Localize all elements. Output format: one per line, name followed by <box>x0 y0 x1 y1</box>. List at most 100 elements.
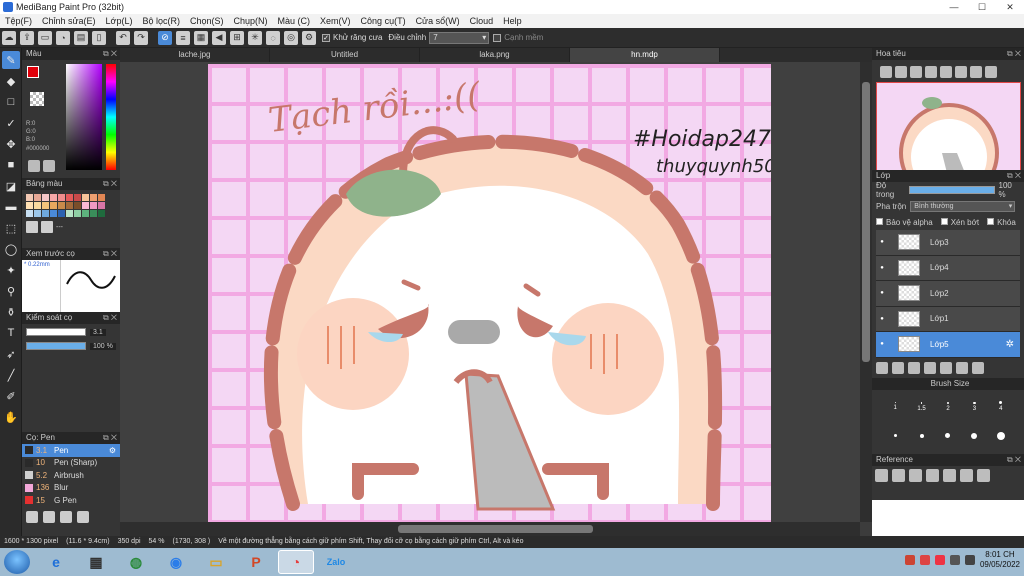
panel-buttons-icon[interactable]: ⧉ ✕ <box>103 178 117 190</box>
close-reference-icon[interactable] <box>909 468 922 482</box>
palette-swatch[interactable] <box>58 202 65 209</box>
menu-filter[interactable]: Bộ lọc(R) <box>137 16 185 26</box>
new-layer-icon[interactable] <box>876 361 888 374</box>
palette-swatch[interactable] <box>50 194 57 201</box>
adjust-select[interactable]: 7 <box>429 31 490 44</box>
drawing-canvas[interactable]: Tạch rồi...:(( #Hoidap247 thuyquynh50 <box>208 64 771 522</box>
pen-item[interactable]: 136 Blur <box>22 482 120 495</box>
save-icon[interactable]: ▤ <box>74 30 88 45</box>
foreground-color-swatch[interactable] <box>27 66 39 78</box>
lock-checkbox[interactable] <box>987 217 995 225</box>
radial-line-icon[interactable]: ✳ <box>248 30 262 45</box>
panel-buttons-icon[interactable]: ⧉ ✕ <box>1007 170 1021 182</box>
select-pen-tool-icon[interactable]: ⚲ <box>2 282 20 300</box>
maximize-button[interactable]: ☐ <box>968 0 996 14</box>
file-explorer-icon[interactable]: ▭ <box>198 550 234 574</box>
folder-icon[interactable] <box>940 361 952 374</box>
palette-swatch[interactable] <box>34 202 41 209</box>
tab-laka[interactable]: laka.png <box>420 48 570 62</box>
pen-item[interactable]: 5.2 Airbrush <box>22 469 120 482</box>
layer-visibility-icon[interactable]: ● <box>876 265 888 271</box>
select-tool-icon[interactable]: ⬚ <box>2 219 20 237</box>
palette-swatch[interactable] <box>34 210 41 217</box>
palette-swatch[interactable] <box>98 194 105 201</box>
pen-item[interactable]: 3.1 Pen ⚙ <box>22 444 120 457</box>
rotate-right-icon[interactable] <box>955 66 967 78</box>
brush-size-option[interactable] <box>961 422 987 452</box>
protect-alpha-checkbox[interactable] <box>876 217 883 225</box>
clock[interactable]: 8:01 CH 09/05/2022 <box>980 550 1020 570</box>
palette-swatch[interactable] <box>58 210 65 217</box>
pen-item[interactable]: 15 G Pen <box>22 494 120 507</box>
move-tool-icon[interactable]: ✥ <box>2 135 20 153</box>
chat-icon[interactable]: ◔ <box>56 30 70 45</box>
transparent-color-swatch[interactable] <box>30 92 44 106</box>
panel-buttons-icon[interactable]: ⧉ ✕ <box>103 432 117 444</box>
comment-icon[interactable]: ▭ <box>38 30 52 45</box>
palette-swatch[interactable] <box>66 194 73 201</box>
text-tool-icon[interactable]: T <box>2 324 20 342</box>
undo-icon[interactable]: ↶ <box>116 30 130 45</box>
reference-eyedropper-icon[interactable] <box>977 468 990 482</box>
parallel-snap-icon[interactable]: ≡ <box>176 30 190 45</box>
unikey-icon[interactable]: ▦ <box>78 550 114 574</box>
brush-size-option[interactable]: 1.5 <box>908 392 934 423</box>
brush-size-option[interactable]: 4 <box>988 392 1014 423</box>
palette-swatch[interactable] <box>98 210 105 217</box>
lasso-tool-icon[interactable]: ◯ <box>2 240 20 258</box>
rotate-left-icon[interactable] <box>940 66 952 78</box>
menu-file[interactable]: Tệp(F) <box>0 16 37 26</box>
pen-settings-icon[interactable]: ⚙ <box>109 446 116 455</box>
menu-layer[interactable]: Lớp(L) <box>101 16 138 26</box>
palette-swatch[interactable] <box>50 202 57 209</box>
zoom-actual-icon[interactable] <box>925 66 937 78</box>
menu-window[interactable]: Cửa sổ(W) <box>411 16 465 26</box>
layer-visibility-icon[interactable]: ● <box>876 316 888 322</box>
zoom-app-icon[interactable]: ◉ <box>158 550 194 574</box>
new-halftone-layer-icon[interactable] <box>892 361 904 374</box>
settings-snap-icon[interactable]: ⚙ <box>302 30 316 45</box>
brush-opacity-value[interactable]: 100 % <box>90 342 116 350</box>
reference-fit-icon[interactable] <box>943 468 956 482</box>
tab-hn[interactable]: hn.mdp <box>570 48 720 62</box>
brush-size-option[interactable]: 2 <box>935 392 961 423</box>
brush-size-option[interactable]: 1 <box>882 392 908 423</box>
layer-visibility-icon[interactable]: ● <box>876 239 888 245</box>
palette-swatch[interactable] <box>66 210 73 217</box>
panel-buttons-icon[interactable]: ⧉ ✕ <box>103 312 117 324</box>
curve-snap-icon[interactable]: ◌ <box>266 30 280 45</box>
palette-swatch[interactable] <box>82 202 89 209</box>
zoom-in-icon[interactable] <box>880 66 892 78</box>
grid-snap-icon[interactable]: ▦ <box>194 30 208 45</box>
delete-palette-icon[interactable] <box>41 221 53 233</box>
layer-settings-icon[interactable]: ✲ <box>1006 339 1014 350</box>
brush-menu-icon[interactable] <box>60 510 72 523</box>
brush-size-option[interactable]: 3 <box>961 392 987 423</box>
layer-item[interactable]: ● Lớp3 <box>876 230 1020 256</box>
palette-swatch[interactable] <box>26 194 33 201</box>
reset-rotate-icon[interactable] <box>970 66 982 78</box>
panel-buttons-icon[interactable]: ⧉ ✕ <box>103 48 117 60</box>
menu-view[interactable]: Xem(V) <box>315 16 356 26</box>
internet-explorer-icon[interactable]: e <box>38 550 74 574</box>
palette-swatch[interactable] <box>26 202 33 209</box>
panel-buttons-icon[interactable]: ⧉ ✕ <box>1007 48 1021 60</box>
brush-settings-icon[interactable] <box>43 510 55 523</box>
blend-mode-select[interactable]: Bình thường <box>910 200 1016 212</box>
brush-size-option[interactable] <box>988 422 1014 452</box>
vertical-scroll-thumb[interactable] <box>862 82 870 362</box>
gradient-tool-icon[interactable]: ▬ <box>2 198 20 216</box>
snap-off-icon[interactable]: ⊘ <box>158 30 172 45</box>
palette-swatch[interactable] <box>42 210 49 217</box>
palette-swatch[interactable] <box>42 194 49 201</box>
brush-size-option[interactable] <box>882 422 908 452</box>
redo-icon[interactable]: ↷ <box>134 30 148 45</box>
palette-swatch[interactable] <box>34 194 41 201</box>
layer-visibility-icon[interactable]: ● <box>876 341 888 347</box>
import-reference-icon[interactable] <box>875 468 888 482</box>
hue-slider[interactable] <box>106 64 116 170</box>
vertical-scrollbar[interactable] <box>860 62 872 522</box>
radial-snap-icon[interactable]: ◀ <box>212 30 226 45</box>
bucket-tool-icon[interactable]: ◪ <box>2 177 20 195</box>
menu-tools[interactable]: Công cụ(T) <box>356 16 411 26</box>
